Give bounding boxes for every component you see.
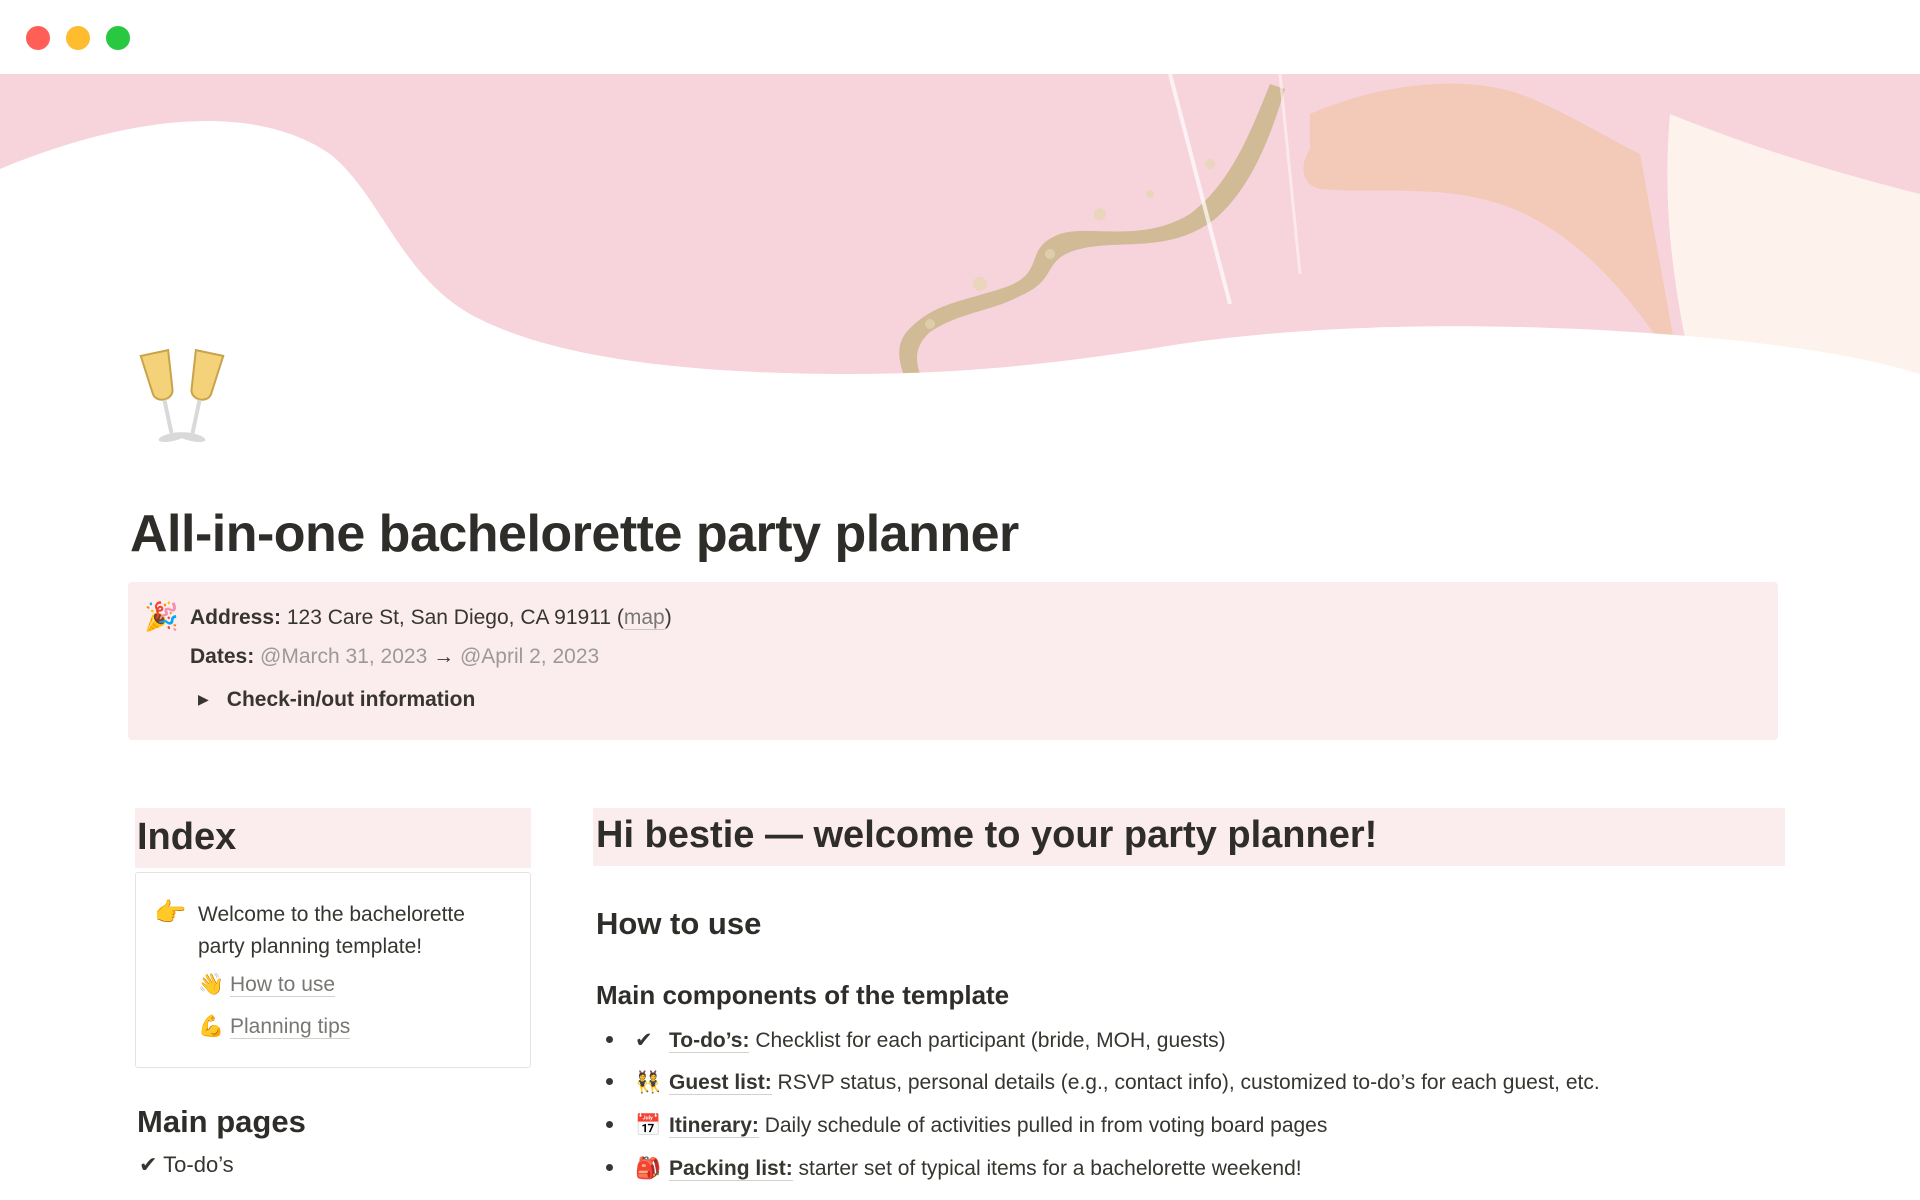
welcome-heading: Hi bestie — welcome to your party planne… <box>593 808 1785 866</box>
close-window-button[interactable] <box>26 26 50 50</box>
how-to-use-heading: How to use <box>596 906 762 941</box>
champagne-glasses-icon[interactable] <box>136 348 228 448</box>
pointing-hand-icon: 👉 <box>154 897 187 927</box>
backpack-icon: 🎒 <box>635 1157 662 1180</box>
bullet-dot <box>606 1121 613 1128</box>
flexed-biceps-icon: 💪 <box>198 1015 225 1038</box>
guest-list-link[interactable]: Guest list: <box>669 1071 772 1095</box>
todos-link[interactable]: To-do’s: <box>669 1029 750 1053</box>
cover-image <box>0 74 1920 404</box>
index-link-how-to-use[interactable]: 👋 How to use <box>198 973 336 997</box>
dates-line: Dates: @March 31, 2023 → @April 2, 2023 <box>190 645 600 668</box>
check-mark-icon: ✔ <box>635 1029 653 1052</box>
info-callout: 🎉 Address: 123 Care St, San Diego, CA 91… <box>128 582 1778 740</box>
waving-hand-icon: 👋 <box>198 973 225 996</box>
index-box: 👉 Welcome to the bachelorette party plan… <box>135 872 531 1068</box>
list-item: ✔ To-do’s: Checklist for each participant… <box>606 1028 1226 1053</box>
sidebar-link-todos[interactable]: ✔ To-do’s <box>139 1152 234 1178</box>
calendar-icon: 📅 <box>635 1114 662 1137</box>
window-titlebar <box>0 0 1920 74</box>
toggle-triangle-icon[interactable]: ▶ <box>198 691 209 708</box>
minimize-window-button[interactable] <box>66 26 90 50</box>
zoom-window-button[interactable] <box>106 26 130 50</box>
main-components-heading: Main components of the template <box>596 980 1010 1010</box>
main-pages-heading: Main pages <box>137 1104 306 1139</box>
map-link[interactable]: map <box>623 606 665 630</box>
bullet-dot <box>606 1164 613 1171</box>
dancers-icon: 👯 <box>635 1071 662 1094</box>
party-popper-icon: 🎉 <box>144 601 179 632</box>
date-end-mention[interactable]: @April 2, 2023 <box>460 645 599 668</box>
check-mark-icon: ✔ <box>139 1152 158 1177</box>
index-heading: Index <box>135 808 531 868</box>
bullet-dot <box>606 1036 613 1043</box>
checkin-toggle[interactable]: ▶ Check-in/out information <box>198 688 475 712</box>
index-link-planning-tips[interactable]: 💪 Planning tips <box>198 1015 351 1039</box>
packing-list-link[interactable]: Packing list: <box>669 1157 793 1181</box>
bullet-dot <box>606 1078 613 1085</box>
page-title: All-in-one bachelorette party planner <box>130 505 1019 563</box>
index-welcome-text: Welcome to the bachelorette party planni… <box>198 903 465 958</box>
list-item: 👯 Guest list: RSVP status, personal detai… <box>606 1071 1600 1095</box>
address-line: Address: 123 Care St, San Diego, CA 9191… <box>190 606 672 630</box>
itinerary-link[interactable]: Itinerary: <box>669 1114 759 1138</box>
date-start-mention[interactable]: @March 31, 2023 <box>254 645 427 668</box>
list-item: 🎒 Packing list: starter set of typical it… <box>606 1157 1302 1181</box>
list-item: 📅 Itinerary: Daily schedule of activities… <box>606 1114 1327 1138</box>
